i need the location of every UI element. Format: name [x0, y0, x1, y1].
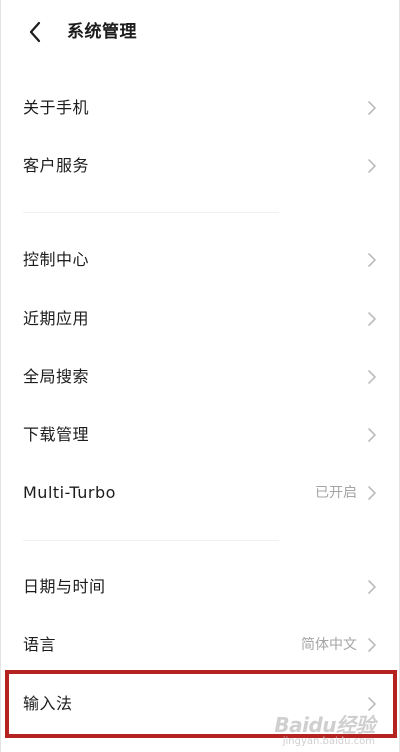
settings-item-label: 客户服务 — [23, 156, 90, 175]
settings-item-label: 全局搜索 — [23, 367, 90, 386]
chevron-right-icon — [368, 580, 376, 594]
chevron-right-icon — [368, 697, 376, 711]
settings-item-date-time[interactable]: 日期与时间 — [1, 558, 399, 616]
settings-item-customer-service[interactable]: 客户服务 — [1, 137, 399, 195]
page-title: 系统管理 — [67, 22, 137, 42]
settings-item-control-center[interactable]: 控制中心 — [1, 231, 399, 289]
settings-screen: 系统管理 关于手机 客户服务 控制中心 近期应用 全局搜索 下载管理 Multi… — [0, 0, 400, 752]
chevron-right-icon — [368, 159, 376, 173]
settings-item-input-method[interactable]: 输入法 — [1, 675, 399, 733]
settings-item-label: Multi-Turbo — [23, 483, 116, 502]
settings-item-download-manager[interactable]: 下载管理 — [1, 406, 399, 464]
settings-item-about-phone[interactable]: 关于手机 — [1, 79, 399, 137]
chevron-right-icon — [368, 101, 376, 115]
settings-item-recent-apps[interactable]: 近期应用 — [1, 290, 399, 348]
settings-item-label: 控制中心 — [23, 250, 90, 269]
settings-item-label: 语言 — [23, 635, 57, 654]
settings-item-multi-turbo[interactable]: Multi-Turbo 已开启 — [1, 464, 399, 522]
settings-item-global-search[interactable]: 全局搜索 — [1, 348, 399, 406]
chevron-right-icon — [368, 428, 376, 442]
group-divider — [23, 212, 279, 213]
chevron-right-icon — [368, 638, 376, 652]
multi-turbo-status: 已开启 — [315, 485, 357, 501]
settings-item-language[interactable]: 语言 简体中文 — [1, 616, 399, 674]
watermark-url: jingyan.baidu.com — [282, 736, 375, 747]
chevron-left-icon — [29, 21, 41, 43]
settings-item-label: 下载管理 — [23, 425, 90, 444]
settings-item-label: 关于手机 — [23, 98, 90, 117]
chevron-right-icon — [368, 486, 376, 500]
header: 系统管理 — [1, 0, 399, 64]
chevron-right-icon — [368, 253, 376, 267]
settings-item-label: 日期与时间 — [23, 577, 106, 596]
language-current-value: 简体中文 — [301, 637, 357, 653]
chevron-right-icon — [368, 370, 376, 384]
group-divider — [23, 540, 279, 541]
chevron-right-icon — [368, 312, 376, 326]
settings-item-label: 近期应用 — [23, 309, 90, 328]
back-button[interactable] — [19, 16, 51, 48]
settings-item-label: 输入法 — [23, 694, 73, 713]
